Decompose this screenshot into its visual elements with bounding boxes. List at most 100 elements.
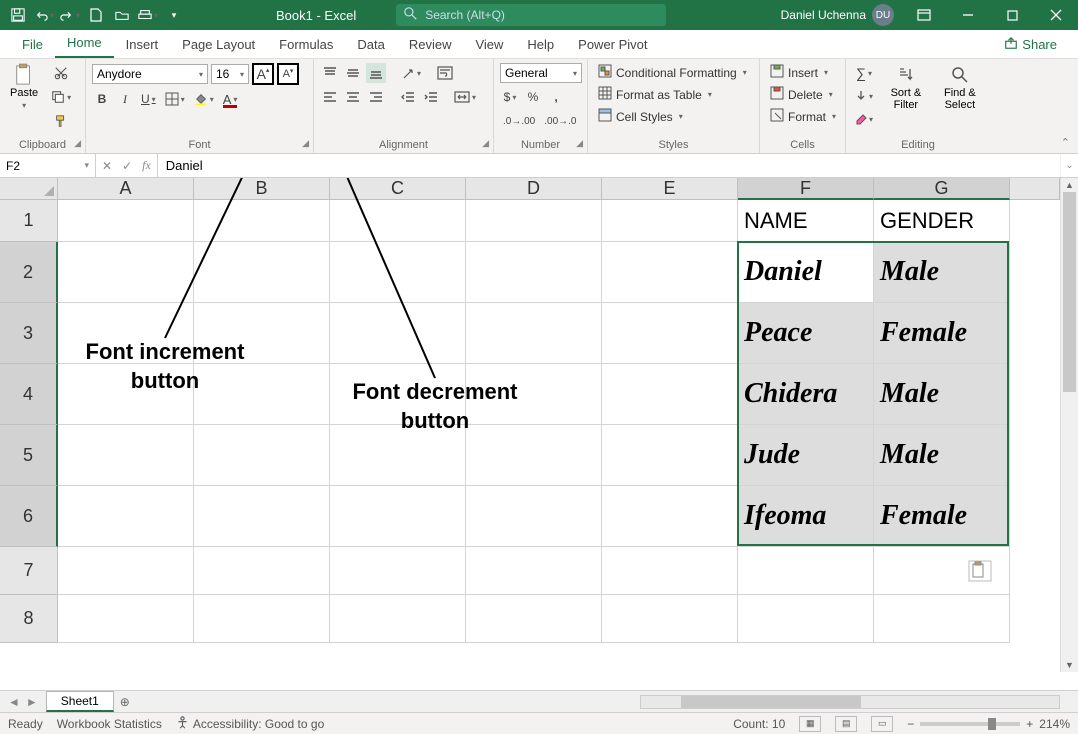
status-accessibility[interactable]: Accessibility: Good to go: [176, 716, 324, 732]
borders-button[interactable]: [162, 89, 188, 109]
copy-icon[interactable]: [48, 87, 74, 107]
zoom-out-icon[interactable]: −: [907, 717, 914, 731]
cell-D5[interactable]: [466, 425, 602, 486]
tab-view[interactable]: View: [463, 31, 515, 58]
currency-button[interactable]: $: [500, 87, 520, 107]
cell-E2[interactable]: [602, 242, 738, 303]
row-header-3[interactable]: 3: [0, 303, 58, 364]
cell-B3[interactable]: [194, 303, 330, 364]
new-file-icon[interactable]: [84, 3, 108, 27]
cell-styles-button[interactable]: Cell Styles: [594, 107, 753, 126]
row-header-2[interactable]: 2: [0, 242, 58, 303]
cell-A3[interactable]: [58, 303, 194, 364]
undo-icon[interactable]: [32, 3, 56, 27]
find-select-button[interactable]: Find & Select: [936, 63, 984, 113]
collapse-ribbon-icon[interactable]: ⌃: [1061, 136, 1070, 149]
merge-center-icon[interactable]: [451, 87, 479, 107]
column-header-B[interactable]: B: [194, 178, 330, 200]
cell-F1[interactable]: NAME: [738, 200, 874, 242]
cancel-formula-icon[interactable]: ✕: [102, 159, 112, 173]
cell-G2[interactable]: Male: [874, 242, 1010, 303]
cell-G8[interactable]: [874, 595, 1010, 643]
row-header-4[interactable]: 4: [0, 364, 58, 425]
name-box[interactable]: F2▾: [0, 154, 96, 177]
row-header-7[interactable]: 7: [0, 547, 58, 595]
zoom-slider[interactable]: [920, 722, 1020, 726]
row-header-6[interactable]: 6: [0, 486, 58, 547]
cell-A2[interactable]: [58, 242, 194, 303]
cell-D1[interactable]: [466, 200, 602, 242]
cell-C1[interactable]: [330, 200, 466, 242]
underline-button[interactable]: U: [138, 89, 159, 109]
cell-E3[interactable]: [602, 303, 738, 364]
align-center-icon[interactable]: [343, 87, 363, 107]
column-header-G[interactable]: G: [874, 178, 1010, 200]
cell-B6[interactable]: [194, 486, 330, 547]
enter-formula-icon[interactable]: ✓: [122, 159, 132, 173]
fx-icon[interactable]: fx: [142, 158, 151, 173]
italic-button[interactable]: I: [115, 89, 135, 109]
tab-power-pivot[interactable]: Power Pivot: [566, 31, 659, 58]
column-header-A[interactable]: A: [58, 178, 194, 200]
cell-D8[interactable]: [466, 595, 602, 643]
column-header-C[interactable]: C: [330, 178, 466, 200]
close-icon[interactable]: [1034, 0, 1078, 30]
cell-C6[interactable]: [330, 486, 466, 547]
decrease-font-size-button[interactable]: A▾: [277, 63, 299, 85]
redo-icon[interactable]: [58, 3, 82, 27]
comma-button[interactable]: ,: [546, 87, 566, 107]
paste-options-icon[interactable]: [968, 560, 992, 587]
cell-G5[interactable]: Male: [874, 425, 1010, 486]
view-page-break-icon[interactable]: ▭: [871, 716, 893, 732]
sheet-tab-sheet1[interactable]: Sheet1: [46, 691, 114, 712]
column-header-E[interactable]: E: [602, 178, 738, 200]
cell-G4[interactable]: Male: [874, 364, 1010, 425]
cell-A7[interactable]: [58, 547, 194, 595]
tab-review[interactable]: Review: [397, 31, 464, 58]
cell-C5[interactable]: [330, 425, 466, 486]
tab-page-layout[interactable]: Page Layout: [170, 31, 267, 58]
decrease-indent-icon[interactable]: [398, 87, 418, 107]
cell-B4[interactable]: [194, 364, 330, 425]
cell-B1[interactable]: [194, 200, 330, 242]
number-dialog-icon[interactable]: ◢: [576, 138, 583, 149]
cell-D4[interactable]: [466, 364, 602, 425]
row-header-5[interactable]: 5: [0, 425, 58, 486]
cell-G6[interactable]: Female: [874, 486, 1010, 547]
cell-G3[interactable]: Female: [874, 303, 1010, 364]
increase-indent-icon[interactable]: [421, 87, 441, 107]
ribbon-display-icon[interactable]: [902, 0, 946, 30]
align-left-icon[interactable]: [320, 87, 340, 107]
expand-formula-bar-icon[interactable]: ⌄: [1060, 154, 1078, 177]
sheet-nav-next-icon[interactable]: ►: [26, 695, 38, 709]
scroll-down-icon[interactable]: ▼: [1061, 658, 1078, 672]
minimize-icon[interactable]: [946, 0, 990, 30]
cell-E8[interactable]: [602, 595, 738, 643]
cell-D6[interactable]: [466, 486, 602, 547]
cell-F3[interactable]: Peace: [738, 303, 874, 364]
cell-F8[interactable]: [738, 595, 874, 643]
font-size-combo[interactable]: 16▾: [211, 64, 249, 84]
column-header-D[interactable]: D: [466, 178, 602, 200]
zoom-in-icon[interactable]: +: [1026, 717, 1033, 731]
tab-home[interactable]: Home: [55, 29, 114, 58]
conditional-formatting-button[interactable]: Conditional Formatting: [594, 63, 753, 82]
align-middle-icon[interactable]: [343, 63, 363, 83]
sheet-nav-prev-icon[interactable]: ◄: [8, 695, 20, 709]
view-normal-icon[interactable]: ▦: [799, 716, 821, 732]
font-name-combo[interactable]: Anydore▾: [92, 64, 208, 84]
quick-print-icon[interactable]: [136, 3, 160, 27]
increase-font-size-button[interactable]: A▴: [252, 63, 274, 85]
alignment-dialog-icon[interactable]: ◢: [482, 138, 489, 149]
clear-icon[interactable]: [852, 109, 876, 129]
row-header-8[interactable]: 8: [0, 595, 58, 643]
cell-F2[interactable]: Daniel: [738, 242, 874, 303]
cell-A8[interactable]: [58, 595, 194, 643]
cut-icon[interactable]: [48, 63, 74, 83]
zoom-level[interactable]: 214%: [1039, 717, 1070, 731]
formula-input[interactable]: Daniel: [158, 154, 1060, 177]
cell-E1[interactable]: [602, 200, 738, 242]
hscroll-thumb[interactable]: [681, 696, 861, 708]
tab-insert[interactable]: Insert: [114, 31, 171, 58]
number-format-combo[interactable]: General▾: [500, 63, 582, 83]
